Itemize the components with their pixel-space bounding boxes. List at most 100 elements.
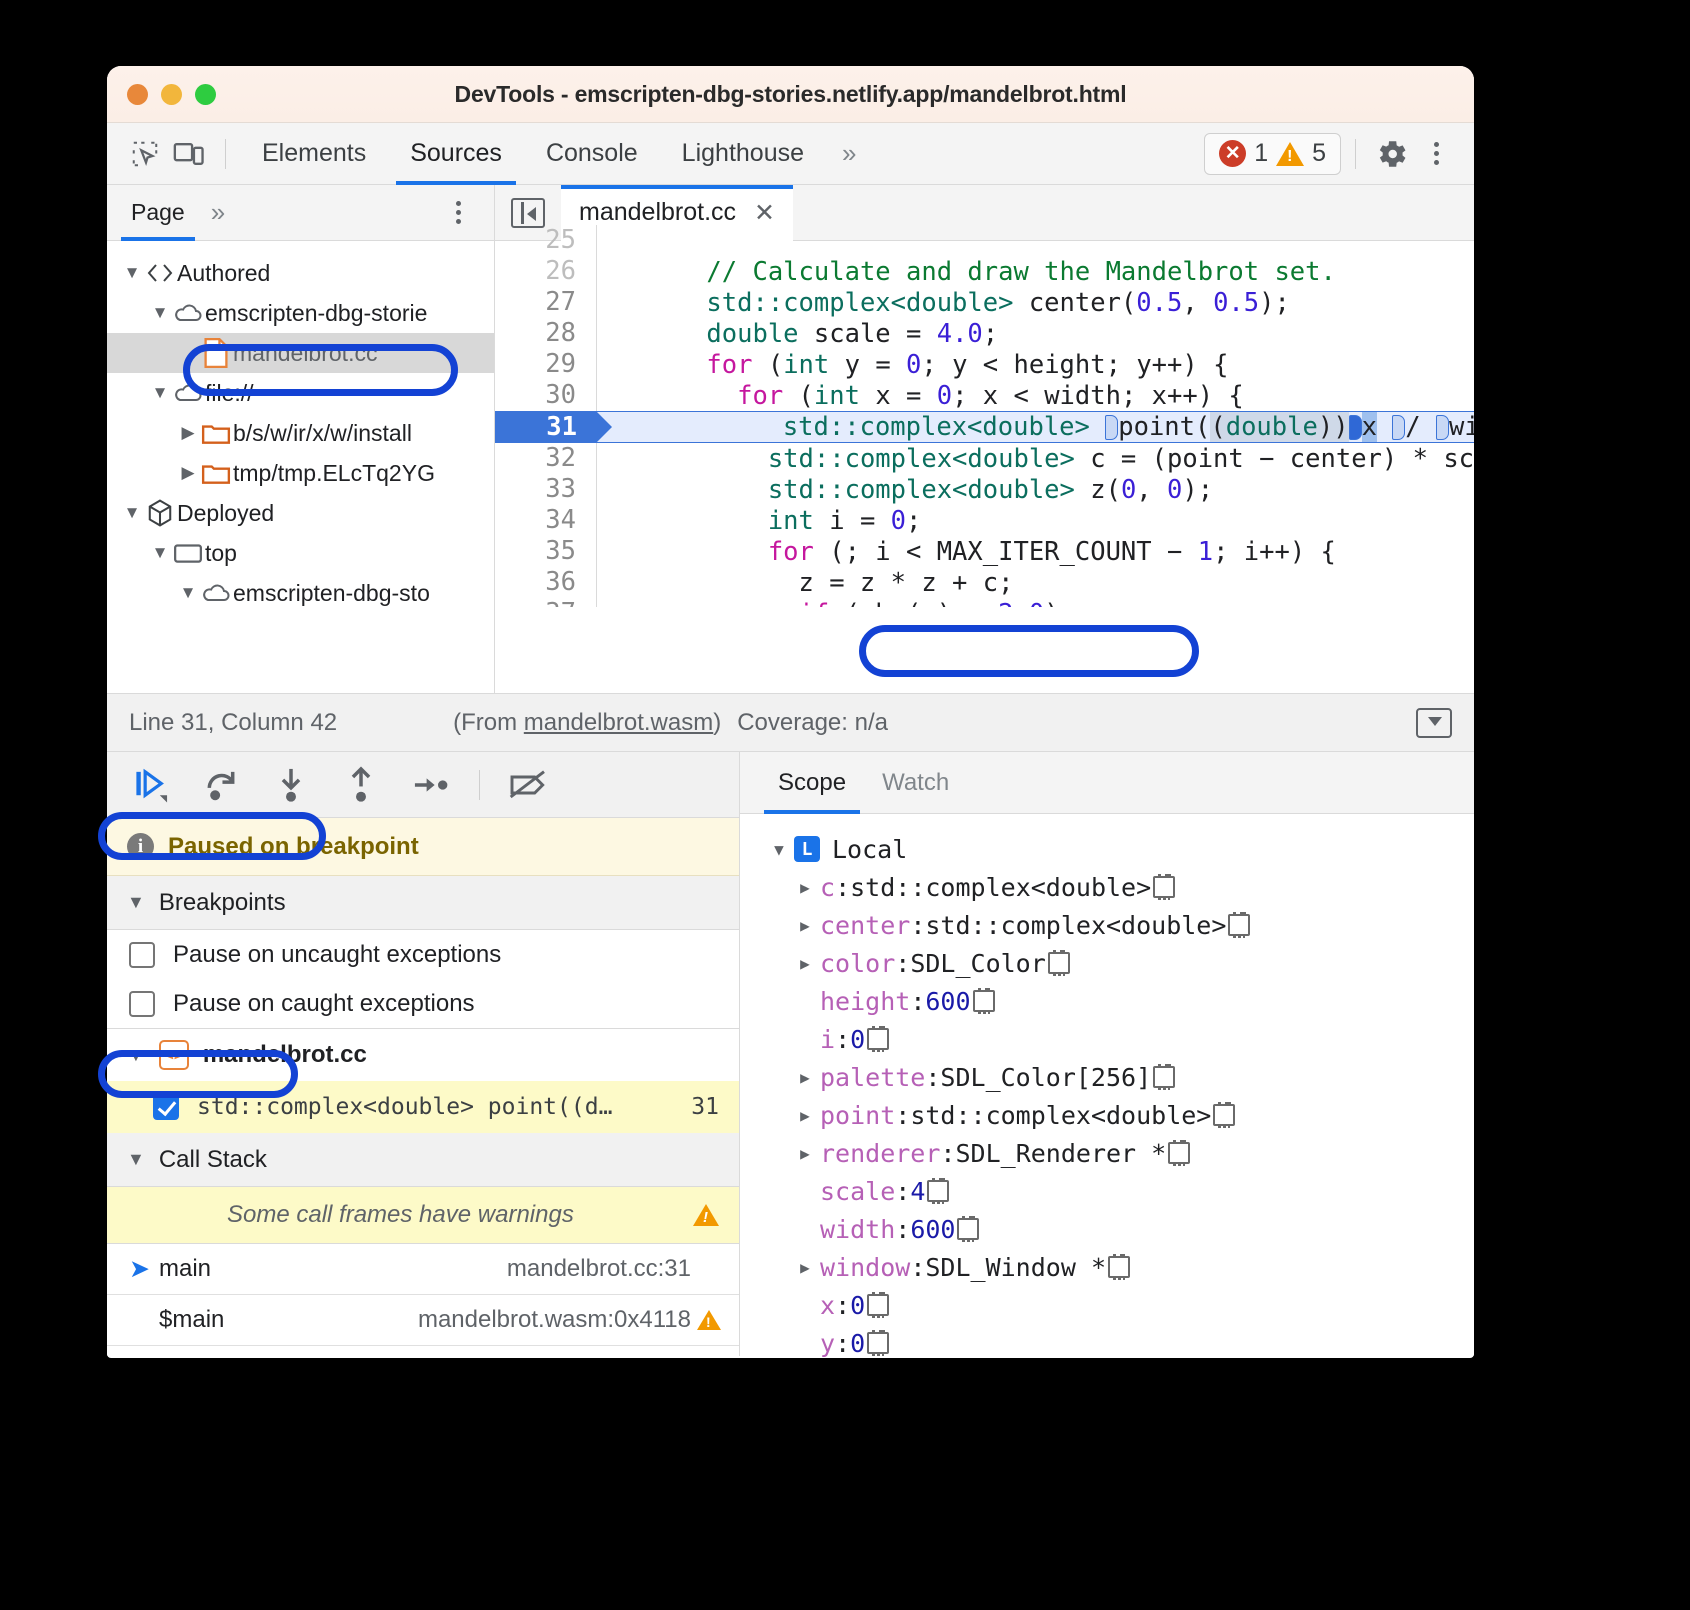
- inspect-element-icon[interactable]: [123, 132, 167, 176]
- breakpoint-group-mandelbrot-cc[interactable]: ▼ <> mandelbrot.cc: [107, 1028, 739, 1081]
- code-line[interactable]: 33 std::complex<double> z(0, 0);: [495, 474, 1474, 505]
- memory-chip-icon[interactable]: [867, 1294, 889, 1316]
- tab-elements[interactable]: Elements: [240, 123, 388, 185]
- chevron-down-icon[interactable]: [177, 583, 199, 603]
- line-number[interactable]: 30: [495, 380, 597, 411]
- chevron-down-box-icon[interactable]: [1416, 708, 1452, 738]
- file-tree-top-frame[interactable]: top: [107, 533, 494, 573]
- file-tree-emscripten-deployed[interactable]: emscripten-dbg-sto: [107, 573, 494, 613]
- chevron-down-icon[interactable]: ▼: [127, 892, 145, 913]
- memory-chip-icon[interactable]: [1153, 876, 1175, 898]
- step-out-icon[interactable]: [335, 759, 387, 811]
- code-line[interactable]: 25: [495, 225, 1474, 256]
- line-number[interactable]: 27: [495, 287, 597, 318]
- line-number[interactable]: 25: [495, 225, 597, 256]
- navigator-tab-page[interactable]: Page: [121, 185, 195, 241]
- chevron-right-icon[interactable]: [177, 463, 199, 483]
- scope-variable-row[interactable]: ▶window: SDL_Window *: [740, 1248, 1474, 1286]
- chevron-down-icon[interactable]: ▼: [127, 1045, 145, 1066]
- code-line[interactable]: 27 std::complex<double> center(0.5, 0.5)…: [495, 287, 1474, 318]
- code-line[interactable]: 37 if (abs(z) > 2.0): [495, 598, 1474, 607]
- file-tree-file-protocol[interactable]: file://: [107, 373, 494, 413]
- close-icon[interactable]: ✕: [754, 198, 775, 228]
- scope-variable-row[interactable]: height: 600: [740, 982, 1474, 1020]
- chevron-right-icon[interactable]: ▶: [790, 1106, 820, 1125]
- file-tree-emscripten-authored[interactable]: emscripten-dbg-storie: [107, 293, 494, 333]
- chevron-down-icon[interactable]: [121, 263, 143, 283]
- memory-chip-icon[interactable]: [1228, 914, 1250, 936]
- issues-counter[interactable]: ✕ 1 5: [1204, 133, 1341, 175]
- scope-root-local[interactable]: ▼ L Local: [740, 830, 1474, 868]
- line-number[interactable]: 29: [495, 349, 597, 380]
- wasm-source-link[interactable]: mandelbrot.wasm: [524, 709, 713, 736]
- memory-chip-icon[interactable]: [1213, 1104, 1235, 1126]
- kebab-menu-icon[interactable]: [1414, 132, 1458, 176]
- line-number[interactable]: 31: [495, 412, 597, 443]
- code-line[interactable]: 36 z = z * z + c;: [495, 567, 1474, 598]
- code-line[interactable]: 32 std::complex<double> c = (point − cen…: [495, 443, 1474, 474]
- file-tree-authored[interactable]: Authored: [107, 253, 494, 293]
- chevron-right-icon[interactable]: ▶: [790, 954, 820, 973]
- collapse-sidebar-icon[interactable]: [511, 198, 545, 228]
- tab-console[interactable]: Console: [524, 123, 660, 185]
- file-tree-deployed[interactable]: Deployed: [107, 493, 494, 533]
- chevron-down-icon[interactable]: ▼: [127, 1149, 145, 1170]
- line-number[interactable]: 26: [495, 256, 597, 287]
- call-stack-frame-anonymous[interactable]: (anonymous) mandelbrot.js:1488: [107, 1346, 739, 1358]
- tab-watch[interactable]: Watch: [864, 752, 967, 814]
- scope-variable-row[interactable]: i: 0: [740, 1020, 1474, 1058]
- file-tree-mandelbrot-cc[interactable]: mandelbrot.cc: [107, 333, 494, 373]
- line-number[interactable]: 36: [495, 567, 597, 598]
- scope-variable-row[interactable]: ▶center: std::complex<double>: [740, 906, 1474, 944]
- device-toolbar-icon[interactable]: [167, 132, 211, 176]
- navigator-kebab-menu-icon[interactable]: [436, 191, 480, 235]
- line-number[interactable]: 33: [495, 474, 597, 505]
- chevron-down-icon[interactable]: ▼: [764, 840, 794, 859]
- scope-variable-row[interactable]: x: 0: [740, 1286, 1474, 1324]
- chevron-right-icon[interactable]: ▶: [790, 1144, 820, 1163]
- scope-variable-row[interactable]: scale: 4: [740, 1172, 1474, 1210]
- chevron-right-icon[interactable]: ▶: [790, 878, 820, 897]
- breakpoint-enabled-checkbox[interactable]: [153, 1094, 179, 1120]
- chevron-down-icon[interactable]: [149, 303, 171, 323]
- deactivate-breakpoints-icon[interactable]: [502, 759, 554, 811]
- breakpoints-section-header[interactable]: ▼ Breakpoints: [107, 876, 739, 930]
- line-number[interactable]: 34: [495, 505, 597, 536]
- chevron-right-icon[interactable]: ▶: [790, 1258, 820, 1277]
- line-number[interactable]: 32: [495, 443, 597, 474]
- memory-chip-icon[interactable]: [867, 1028, 889, 1050]
- call-stack-frame-wasm-main[interactable]: $main mandelbrot.wasm:0x4118: [107, 1295, 739, 1346]
- chevron-down-icon[interactable]: [149, 383, 171, 403]
- scope-variable-row[interactable]: ▶c: std::complex<double>: [740, 868, 1474, 906]
- chevron-down-icon[interactable]: [149, 543, 171, 563]
- memory-chip-icon[interactable]: [1168, 1142, 1190, 1164]
- chevron-right-icon[interactable]: [177, 423, 199, 443]
- code-viewer[interactable]: 2526 // Calculate and draw the Mandelbro…: [495, 225, 1474, 607]
- call-stack-frame-main[interactable]: ➤ main mandelbrot.cc:31: [107, 1244, 739, 1295]
- scope-variable-row[interactable]: width: 600: [740, 1210, 1474, 1248]
- step-icon[interactable]: [405, 759, 457, 811]
- code-line[interactable]: 29 for (int y = 0; y < height; y++) {: [495, 349, 1474, 380]
- code-line[interactable]: 28 double scale = 4.0;: [495, 318, 1474, 349]
- code-line[interactable]: 35 for (; i < MAX_ITER_COUNT − 1; i++) {: [495, 536, 1474, 567]
- navigator-more-icon[interactable]: »: [195, 197, 237, 228]
- scope-variable-row[interactable]: ▶point: std::complex<double>: [740, 1096, 1474, 1134]
- memory-chip-icon[interactable]: [973, 990, 995, 1012]
- resume-script-icon[interactable]: [125, 759, 177, 811]
- line-number[interactable]: 37: [495, 598, 597, 607]
- chevron-down-icon[interactable]: [121, 503, 143, 523]
- call-stack-section-header[interactable]: ▼ Call Stack: [107, 1133, 739, 1187]
- more-tabs-icon[interactable]: »: [826, 138, 868, 169]
- code-line[interactable]: 30 for (int x = 0; x < width; x++) {: [495, 380, 1474, 411]
- step-into-icon[interactable]: [265, 759, 317, 811]
- tab-scope[interactable]: Scope: [760, 752, 864, 814]
- tab-lighthouse[interactable]: Lighthouse: [660, 123, 826, 185]
- tab-sources[interactable]: Sources: [388, 123, 524, 185]
- step-over-icon[interactable]: [195, 759, 247, 811]
- gear-icon[interactable]: [1370, 132, 1414, 176]
- file-tree-tmp-folder[interactable]: tmp/tmp.ELcTq2YG: [107, 453, 494, 493]
- code-line-current[interactable]: 31 std::complex<double> point((double))x…: [495, 411, 1474, 443]
- line-number[interactable]: 35: [495, 536, 597, 567]
- scope-variable-row[interactable]: ▶renderer: SDL_Renderer *: [740, 1134, 1474, 1172]
- memory-chip-icon[interactable]: [867, 1332, 889, 1354]
